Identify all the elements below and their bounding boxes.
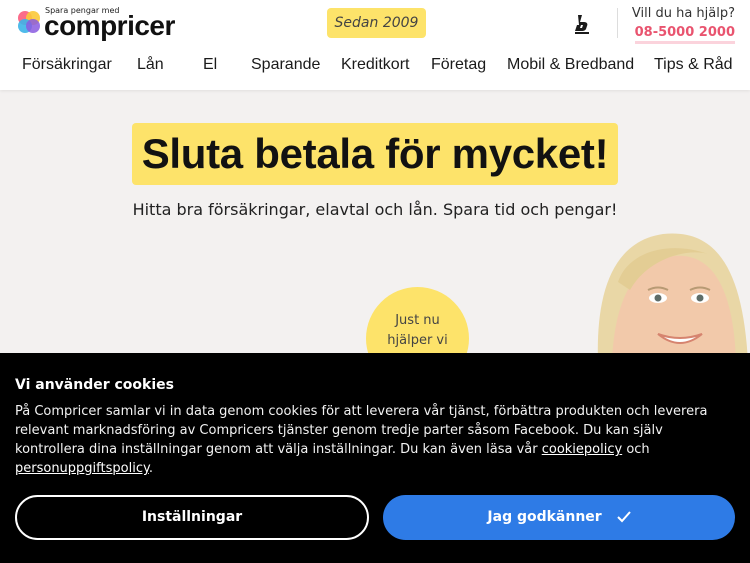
privacy-policy-link[interactable]: personuppgiftspolicy <box>15 461 149 476</box>
cookie-banner: Vi använder cookies På Compricer samlar … <box>0 353 750 563</box>
help-bubble-line2: hjälper vi <box>387 333 448 348</box>
nav-item-mobil-bredband[interactable]: Mobil & Bredband <box>507 56 634 74</box>
cookie-settings-button[interactable]: Inställningar <box>15 495 369 540</box>
nav-item-tips-rad[interactable]: Tips & Råd <box>654 56 733 74</box>
logo-mark-icon <box>18 11 40 33</box>
cookie-description: På Compricer samlar vi in data genom coo… <box>15 402 730 478</box>
since-badge: Sedan 2009 <box>327 8 426 38</box>
cookie-text-middle: och <box>622 442 650 457</box>
compricer-logo[interactable]: Spara pengar med compricer <box>14 5 194 41</box>
cookie-accept-label: Jag godkänner <box>487 509 602 525</box>
logo-wordmark: compricer <box>44 10 175 41</box>
nav-item-el[interactable]: El <box>203 56 217 74</box>
cookie-text-after: . <box>148 461 153 476</box>
help-bubble-line1: Just nu <box>395 313 440 328</box>
hero-title: Sluta betala för mycket! <box>132 123 618 185</box>
help-contact: Vill du ha hjälp? 08-5000 2000 <box>632 6 735 44</box>
cookie-policy-link[interactable]: cookiepolicy <box>542 442 622 457</box>
header-divider <box>617 8 618 38</box>
check-icon <box>616 511 631 523</box>
nav-item-forsakringar[interactable]: Försäkringar <box>22 56 112 74</box>
bankid-icon[interactable] <box>570 13 596 35</box>
cookie-accept-button[interactable]: Jag godkänner <box>383 495 735 540</box>
site-header: Spara pengar med compricer Sedan 2009 Vi… <box>0 0 750 90</box>
help-phone-link[interactable]: 08-5000 2000 <box>634 25 735 44</box>
nav-item-kreditkort[interactable]: Kreditkort <box>341 56 409 74</box>
help-label: Vill du ha hjälp? <box>631 6 735 21</box>
nav-item-lan[interactable]: Lån <box>137 56 164 74</box>
nav-item-foretag[interactable]: Företag <box>431 56 486 74</box>
cookie-title: Vi använder cookies <box>15 377 174 393</box>
nav-item-sparande[interactable]: Sparande <box>251 56 320 74</box>
customer-service-photo <box>597 233 748 362</box>
main-nav: Försäkringar Lån El Sparande Kreditkort … <box>0 56 750 80</box>
